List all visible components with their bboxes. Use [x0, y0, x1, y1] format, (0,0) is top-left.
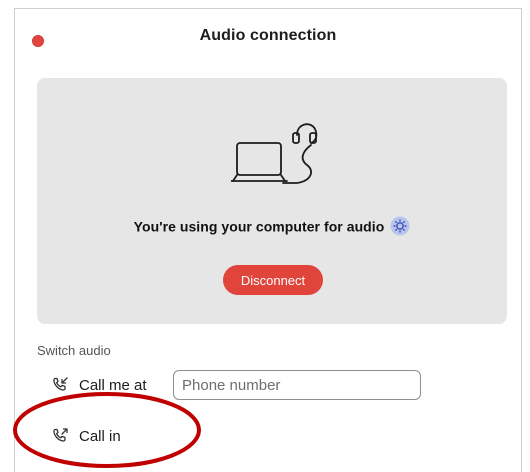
- phone-outgoing-icon: [53, 428, 68, 442]
- gear-icon[interactable]: [390, 216, 410, 236]
- dialog-title: Audio connection: [199, 27, 337, 44]
- call-me-label: Call me at: [79, 376, 147, 394]
- call-me-option[interactable]: Call me at: [51, 370, 147, 400]
- audio-status-panel: You're using your computer for audio Dis…: [37, 78, 507, 324]
- screenshot-stage: Audio connection You're using your compu…: [0, 0, 530, 472]
- title-bar: Audio connection: [15, 9, 521, 65]
- call-in-label: Call in: [79, 427, 121, 445]
- switch-audio-label: Switch audio: [37, 343, 111, 358]
- call-in-option[interactable]: Call in: [51, 421, 121, 451]
- phone-number-input[interactable]: [173, 370, 421, 400]
- phone-incoming-icon: [53, 377, 68, 391]
- laptop-with-headset-icon: [231, 123, 318, 184]
- audio-status-message: You're using your computer for audio: [37, 215, 507, 236]
- disconnect-button[interactable]: Disconnect: [223, 265, 323, 295]
- audio-status-text: You're using your computer for audio: [133, 218, 385, 235]
- audio-connection-dialog: Audio connection You're using your compu…: [14, 8, 522, 472]
